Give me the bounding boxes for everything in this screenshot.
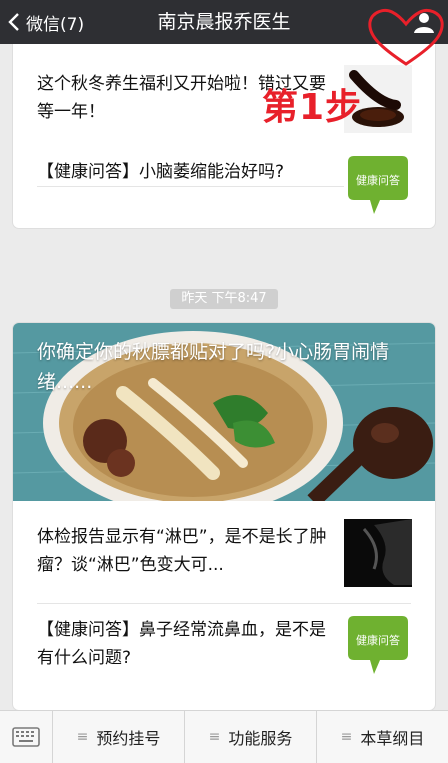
health-qa-bubble-icon: 健康问答 bbox=[344, 152, 412, 220]
menu-lines-icon: ≡ bbox=[208, 729, 221, 745]
menu-item-herbal[interactable]: ≡ 本草纲目 bbox=[317, 711, 448, 763]
svg-text:健康问答: 健康问答 bbox=[356, 633, 400, 647]
top-bar: 微信(7) 南京晨报乔医生 bbox=[0, 0, 448, 44]
bottom-menu: ≡ 预约挂号 ≡ 功能服务 ≡ 本草纲目 bbox=[0, 710, 448, 763]
hero-title: 你确定你的秋膘都贴对了吗?小心肠胃闹情绪...... bbox=[37, 341, 390, 393]
keyboard-icon bbox=[12, 727, 40, 747]
menu-lines-icon: ≡ bbox=[340, 729, 353, 745]
step-label: 第1步 bbox=[262, 87, 363, 128]
page-title: 南京晨报乔医生 bbox=[157, 11, 291, 33]
article-item[interactable]: 这个秋冬养生福利又开始啦！错过又要等一年！ bbox=[13, 44, 435, 144]
menu-item-label: 本草纲目 bbox=[360, 729, 425, 748]
keyboard-toggle[interactable] bbox=[0, 711, 53, 763]
svg-text:健康问答: 健康问答 bbox=[356, 173, 400, 187]
menu-item-services[interactable]: ≡ 功能服务 bbox=[185, 711, 317, 763]
dark-figure-icon bbox=[344, 519, 412, 587]
menu-item-appointment[interactable]: ≡ 预约挂号 bbox=[53, 711, 185, 763]
menu-lines-icon: ≡ bbox=[76, 729, 89, 745]
timestamp-badge: 昨天 下午8:47 bbox=[170, 289, 278, 309]
article-card[interactable]: 你确定你的秋膘都贴对了吗?小心肠胃闹情绪...... 体检报告显示有“淋巴”，是… bbox=[13, 323, 435, 710]
menu-item-label: 预约挂号 bbox=[96, 729, 161, 748]
health-qa-bubble-icon: 健康问答 bbox=[344, 612, 412, 680]
article-item[interactable]: 体检报告显示有“淋巴”，是不是长了肿瘤？谈“淋巴”色变大可... bbox=[13, 501, 435, 601]
article-title: 体检报告显示有“淋巴”，是不是长了肿瘤？谈“淋巴”色变大可... bbox=[37, 527, 327, 575]
message-list[interactable]: 这个秋冬养生福利又开始啦！错过又要等一年！ 【健康问答】小脑萎缩能治好吗? 健康… bbox=[0, 44, 448, 710]
article-card[interactable]: 这个秋冬养生福利又开始啦！错过又要等一年！ 【健康问答】小脑萎缩能治好吗? 健康… bbox=[13, 44, 435, 228]
article-item[interactable]: 【健康问答】鼻子经常流鼻血，是不是有什么问题? 健康问答 bbox=[13, 604, 435, 704]
profile-icon[interactable] bbox=[412, 10, 436, 34]
article-item[interactable]: 【健康问答】小脑萎缩能治好吗? 健康问答 bbox=[13, 144, 435, 228]
article-title: 【健康问答】小脑萎缩能治好吗? bbox=[37, 162, 285, 182]
article-title: 【健康问答】鼻子经常流鼻血，是不是有什么问题? bbox=[37, 620, 326, 668]
menu-item-label: 功能服务 bbox=[228, 729, 293, 748]
hero-article[interactable]: 你确定你的秋膘都贴对了吗?小心肠胃闹情绪...... bbox=[13, 323, 435, 501]
